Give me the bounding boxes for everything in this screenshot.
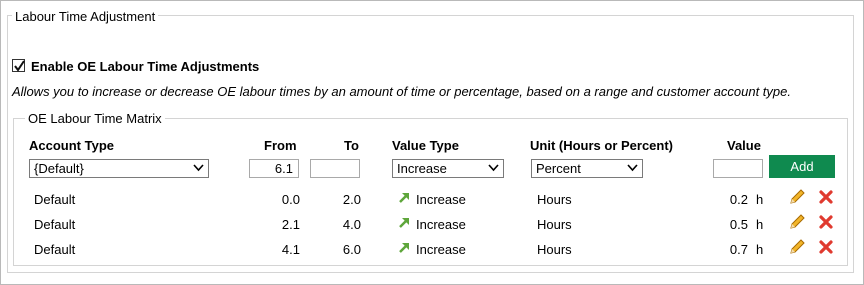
row-from: 4.1 [281,242,300,257]
delete-x-icon[interactable] [818,239,834,255]
pencil-icon[interactable] [788,188,806,206]
add-button[interactable]: Add [769,155,835,178]
row-suffix: h [756,192,764,207]
row-value-type: Increase [416,242,466,257]
row-unit: Hours [537,217,572,232]
account-type-select-value: {Default} [34,161,84,176]
header-unit: Unit (Hours or Percent) [530,138,674,153]
section-title: Labour Time Adjustment [12,9,159,24]
row-value: 0.2 [729,192,748,207]
increase-arrow-icon [399,193,409,203]
chevron-down-icon [627,164,638,172]
row-from: 0.0 [281,192,300,207]
delete-x-icon[interactable] [818,214,834,230]
matrix-title: OE Labour Time Matrix [25,111,165,126]
value-type-select[interactable]: Increase [392,159,504,178]
row-suffix: h [756,242,764,257]
row-account: Default [34,242,76,257]
row-from: 2.1 [281,217,300,232]
row-value-type: Increase [416,192,466,207]
header-from: From [264,138,297,153]
row-account: Default [34,192,76,207]
row-value-type: Increase [416,217,466,232]
header-value-type: Value Type [392,138,459,153]
header-account-type: Account Type [29,138,114,153]
pencil-icon[interactable] [788,213,806,231]
increase-arrow-icon [399,243,409,253]
row-to: 2.0 [342,192,361,207]
enable-description: Allows you to increase or decrease OE la… [12,84,791,99]
row-account: Default [34,217,76,232]
to-input[interactable] [310,159,360,178]
row-to: 4.0 [342,217,361,232]
from-input[interactable]: 6.1 [249,159,299,178]
value-input[interactable] [713,159,763,178]
value-type-select-value: Increase [397,161,447,176]
unit-select[interactable]: Percent [531,159,643,178]
unit-select-value: Percent [536,161,581,176]
header-to: To [344,138,359,153]
enable-label[interactable]: Enable OE Labour Time Adjustments [31,59,259,74]
row-to: 6.0 [342,242,361,257]
chevron-down-icon [193,164,204,172]
row-value: 0.5 [729,217,748,232]
row-unit: Hours [537,192,572,207]
chevron-down-icon [488,164,499,172]
pencil-icon[interactable] [788,238,806,256]
delete-x-icon[interactable] [818,189,834,205]
checkmark-icon [14,60,25,72]
row-unit: Hours [537,242,572,257]
increase-arrow-icon [399,218,409,228]
row-value: 0.7 [729,242,748,257]
row-suffix: h [756,217,764,232]
account-type-select[interactable]: {Default} [29,159,209,178]
enable-checkbox[interactable] [12,59,25,72]
header-value: Value [727,138,761,153]
